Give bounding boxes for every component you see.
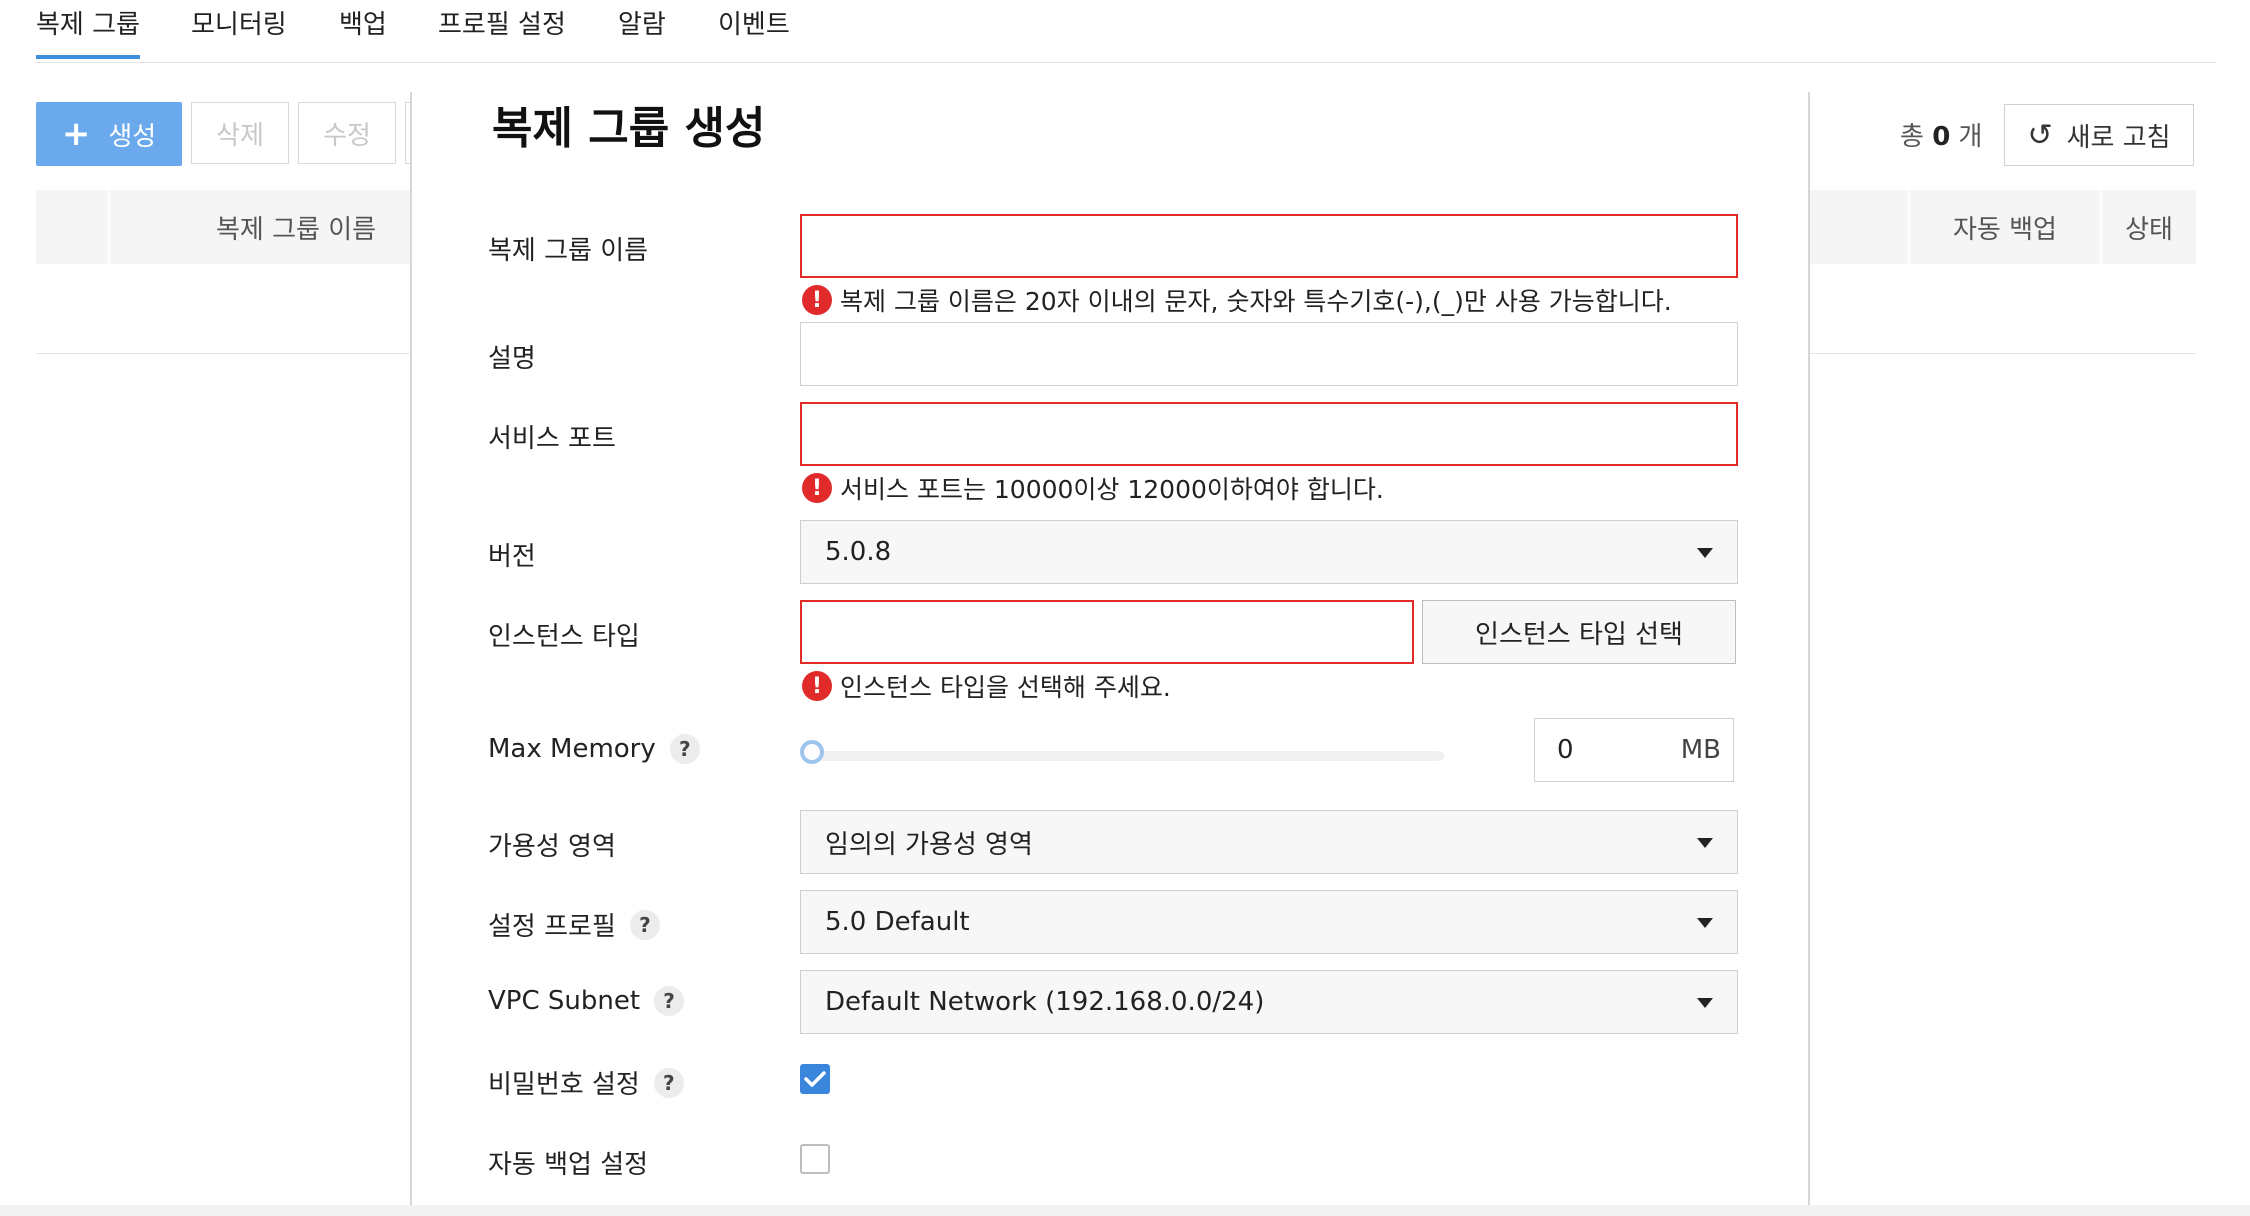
- plus-icon: +: [61, 114, 91, 154]
- name-error-text: 복제 그룹 이름은 20자 이내의 문자, 숫자와 특수기호(-),(_)만 사…: [840, 287, 1672, 316]
- max-memory-unit: MB: [1680, 735, 1721, 765]
- chevron-down-icon: [1697, 838, 1713, 848]
- description-label: 설명: [488, 344, 536, 374]
- instance-type-label: 인스턴스 타입: [488, 622, 640, 652]
- total-count: 총 0 개: [1900, 116, 1982, 153]
- column-name[interactable]: 복제 그룹 이름: [216, 190, 376, 264]
- version-select[interactable]: 5.0.8: [800, 520, 1738, 584]
- password-checkbox[interactable]: [800, 1064, 830, 1094]
- instance-error: ! 인스턴스 타입을 선택해 주세요.: [802, 668, 1171, 704]
- max-memory-input[interactable]: 0 MB: [1534, 718, 1734, 782]
- auto-backup-setting-label: 자동 백업 설정: [488, 1150, 649, 1180]
- vpc-subnet-value: Default Network (192.168.0.0/24): [825, 987, 1265, 1017]
- top-tabs: 복제 그룹 모니터링 백업 프로필 설정 알람 이벤트: [36, 0, 2216, 63]
- error-icon: !: [802, 473, 832, 503]
- refresh-button[interactable]: ↺ 새로 고침: [2004, 104, 2194, 166]
- tab-event[interactable]: 이벤트: [718, 4, 790, 41]
- version-value: 5.0.8: [825, 537, 892, 567]
- instance-type-input[interactable]: [800, 600, 1414, 664]
- password-setting-label: 비밀번호 설정 ?: [488, 1064, 684, 1101]
- column-status[interactable]: 상태: [2102, 190, 2196, 264]
- tab-replication-group[interactable]: 복제 그룹: [36, 4, 140, 59]
- config-profile-select[interactable]: 5.0 Default: [800, 890, 1738, 954]
- refresh-label: 새로 고침: [2066, 122, 2171, 153]
- config-profile-label: 설정 프로필 ?: [488, 906, 660, 943]
- instance-error-text: 인스턴스 타입을 선택해 주세요.: [840, 673, 1171, 702]
- version-label: 버전: [488, 542, 536, 572]
- select-instance-type-button[interactable]: 인스턴스 타입 선택: [1422, 600, 1736, 664]
- create-button[interactable]: + 생성: [36, 102, 182, 166]
- config-profile-label-text: 설정 프로필: [488, 912, 616, 942]
- name-label: 복제 그룹 이름: [488, 236, 649, 266]
- availability-zone-select[interactable]: 임의의 가용성 영역: [800, 810, 1738, 874]
- footer-bar: [0, 1205, 2250, 1216]
- max-memory-label-text: Max Memory: [488, 734, 656, 764]
- service-port-input[interactable]: [800, 402, 1738, 466]
- service-port-label: 서비스 포트: [488, 424, 616, 454]
- availability-zone-label: 가용성 영역: [488, 832, 616, 862]
- max-memory-label: Max Memory ?: [488, 734, 700, 764]
- total-prefix: 총: [1900, 122, 1924, 152]
- edit-button[interactable]: 수정: [298, 102, 396, 164]
- refresh-icon: ↺: [2027, 117, 2053, 153]
- chevron-down-icon: [1697, 548, 1713, 558]
- auto-backup-checkbox[interactable]: [800, 1144, 830, 1174]
- error-icon: !: [802, 285, 832, 315]
- help-icon[interactable]: ?: [669, 734, 700, 764]
- help-icon[interactable]: ?: [653, 1067, 684, 1098]
- tab-profile-settings[interactable]: 프로필 설정: [438, 4, 566, 41]
- chevron-down-icon: [1697, 918, 1713, 928]
- create-button-label: 생성: [108, 121, 157, 152]
- check-icon: [804, 1071, 826, 1087]
- tab-backup[interactable]: 백업: [339, 4, 387, 41]
- password-setting-label-text: 비밀번호 설정: [488, 1070, 640, 1100]
- total-number: 0: [1932, 122, 1951, 152]
- help-icon[interactable]: ?: [629, 909, 660, 940]
- vpc-subnet-select[interactable]: Default Network (192.168.0.0/24): [800, 970, 1738, 1034]
- port-error: ! 서비스 포트는 10000이상 12000이하여야 합니다.: [802, 470, 1384, 506]
- tab-alarm[interactable]: 알람: [618, 4, 666, 41]
- delete-button[interactable]: 삭제: [191, 102, 289, 164]
- select-all-column[interactable]: [36, 190, 108, 264]
- description-input[interactable]: [800, 322, 1738, 386]
- vpc-subnet-label-text: VPC Subnet: [488, 986, 641, 1016]
- total-suffix: 개: [1958, 122, 1983, 152]
- name-error: ! 복제 그룹 이름은 20자 이내의 문자, 숫자와 특수기호(-),(_)만…: [802, 282, 1672, 318]
- column-auto-backup[interactable]: 자동 백업: [1910, 190, 2100, 264]
- max-memory-slider-track[interactable]: [804, 751, 1444, 761]
- name-input[interactable]: [800, 214, 1738, 278]
- column-divider: [108, 190, 110, 264]
- config-profile-value: 5.0 Default: [825, 907, 970, 937]
- help-icon[interactable]: ?: [654, 986, 685, 1016]
- chevron-down-icon: [1697, 998, 1713, 1008]
- create-replication-group-dialog: 복제 그룹 생성 복제 그룹 이름 ! 복제 그룹 이름은 20자 이내의 문자…: [410, 92, 1810, 1205]
- max-memory-value: 0: [1557, 735, 1574, 765]
- tab-monitoring[interactable]: 모니터링: [191, 4, 287, 41]
- error-icon: !: [802, 671, 832, 701]
- dialog-title: 복제 그룹 생성: [492, 103, 766, 154]
- availability-zone-value: 임의의 가용성 영역: [825, 829, 1033, 860]
- port-error-text: 서비스 포트는 10000이상 12000이하여야 합니다.: [840, 475, 1384, 504]
- vpc-subnet-label: VPC Subnet ?: [488, 986, 685, 1016]
- max-memory-slider-handle[interactable]: [800, 740, 824, 764]
